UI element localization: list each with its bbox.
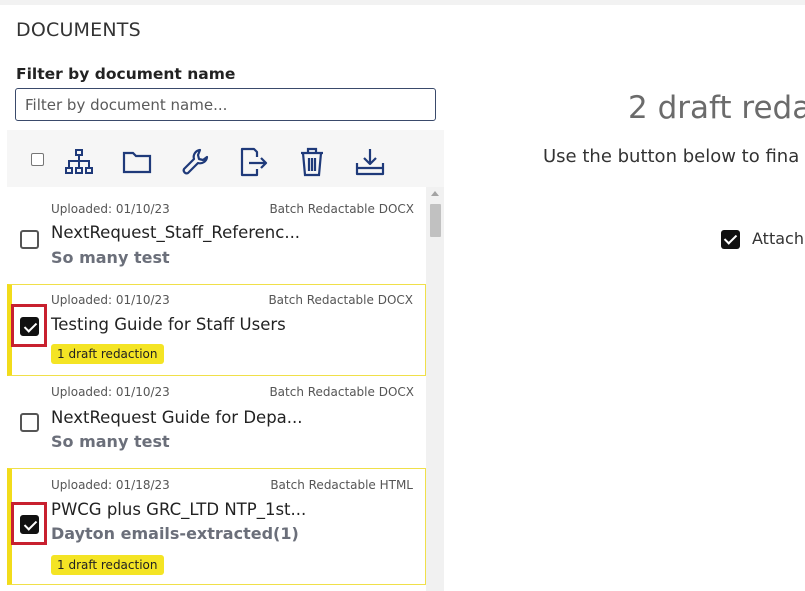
- document-subtitle: So many test: [51, 248, 170, 267]
- download-icon[interactable]: [354, 146, 386, 178]
- documents-panel: DOCUMENTS Filter by document name Filter…: [0, 5, 444, 591]
- draft-redaction-badge: 1 draft redaction: [51, 555, 164, 575]
- document-name[interactable]: PWCG plus GRC_LTD NTP_1st...: [51, 500, 306, 519]
- document-type: Batch Redactable HTML: [270, 478, 413, 492]
- draft-redaction-badge: 1 draft redaction: [51, 344, 164, 364]
- document-checkbox[interactable]: [20, 413, 39, 432]
- document-checkbox[interactable]: [20, 230, 39, 249]
- document-type: Batch Redactable DOCX: [269, 385, 414, 399]
- filter-input[interactable]: [15, 88, 436, 121]
- upload-date: Uploaded: 01/10/23: [51, 202, 170, 216]
- list-item[interactable]: Uploaded: 01/18/23 Batch Redactable HTML…: [7, 468, 426, 585]
- trash-icon[interactable]: [296, 146, 328, 178]
- wrench-icon[interactable]: [180, 146, 212, 178]
- document-list-scrollbar[interactable]: [426, 187, 444, 591]
- documents-toolbar: [7, 130, 444, 192]
- filter-label: Filter by document name: [16, 65, 236, 83]
- draft-redactions-heading: 2 draft reda: [628, 90, 805, 126]
- select-all-checkbox[interactable]: [31, 153, 44, 166]
- folder-icon[interactable]: [121, 146, 153, 178]
- sitemap-icon[interactable]: [63, 146, 95, 178]
- upload-date: Uploaded: 01/18/23: [51, 478, 170, 492]
- document-list: Uploaded: 01/10/23 Batch Redactable DOCX…: [7, 187, 426, 591]
- document-checkbox[interactable]: [20, 317, 39, 336]
- list-item[interactable]: Uploaded: 01/10/23 Batch Redactable DOCX…: [7, 378, 426, 470]
- scrollbar-thumb[interactable]: [430, 204, 441, 237]
- attach-checkbox[interactable]: [721, 230, 740, 249]
- attach-label[interactable]: Attach: [752, 229, 804, 248]
- document-type: Batch Redactable DOCX: [268, 293, 413, 307]
- finalize-description: Use the button below to fina: [543, 146, 800, 167]
- export-icon[interactable]: [238, 146, 270, 178]
- list-item[interactable]: Uploaded: 01/10/23 Batch Redactable DOCX…: [7, 187, 426, 279]
- upload-date: Uploaded: 01/10/23: [51, 293, 170, 307]
- document-name[interactable]: NextRequest_Staff_Referenc...: [51, 223, 300, 242]
- document-checkbox[interactable]: [20, 515, 39, 534]
- document-subtitle: So many test: [51, 432, 170, 451]
- document-type: Batch Redactable DOCX: [269, 202, 414, 216]
- list-item[interactable]: Uploaded: 01/10/23 Batch Redactable DOCX…: [7, 284, 426, 376]
- document-name[interactable]: NextRequest Guide for Depa...: [51, 408, 303, 427]
- scroll-up-arrow-icon[interactable]: [431, 191, 439, 196]
- upload-date: Uploaded: 01/10/23: [51, 385, 170, 399]
- documents-title: DOCUMENTS: [16, 19, 141, 41]
- document-subtitle: Dayton emails-extracted(1): [51, 524, 299, 543]
- document-name[interactable]: Testing Guide for Staff Users: [51, 315, 286, 334]
